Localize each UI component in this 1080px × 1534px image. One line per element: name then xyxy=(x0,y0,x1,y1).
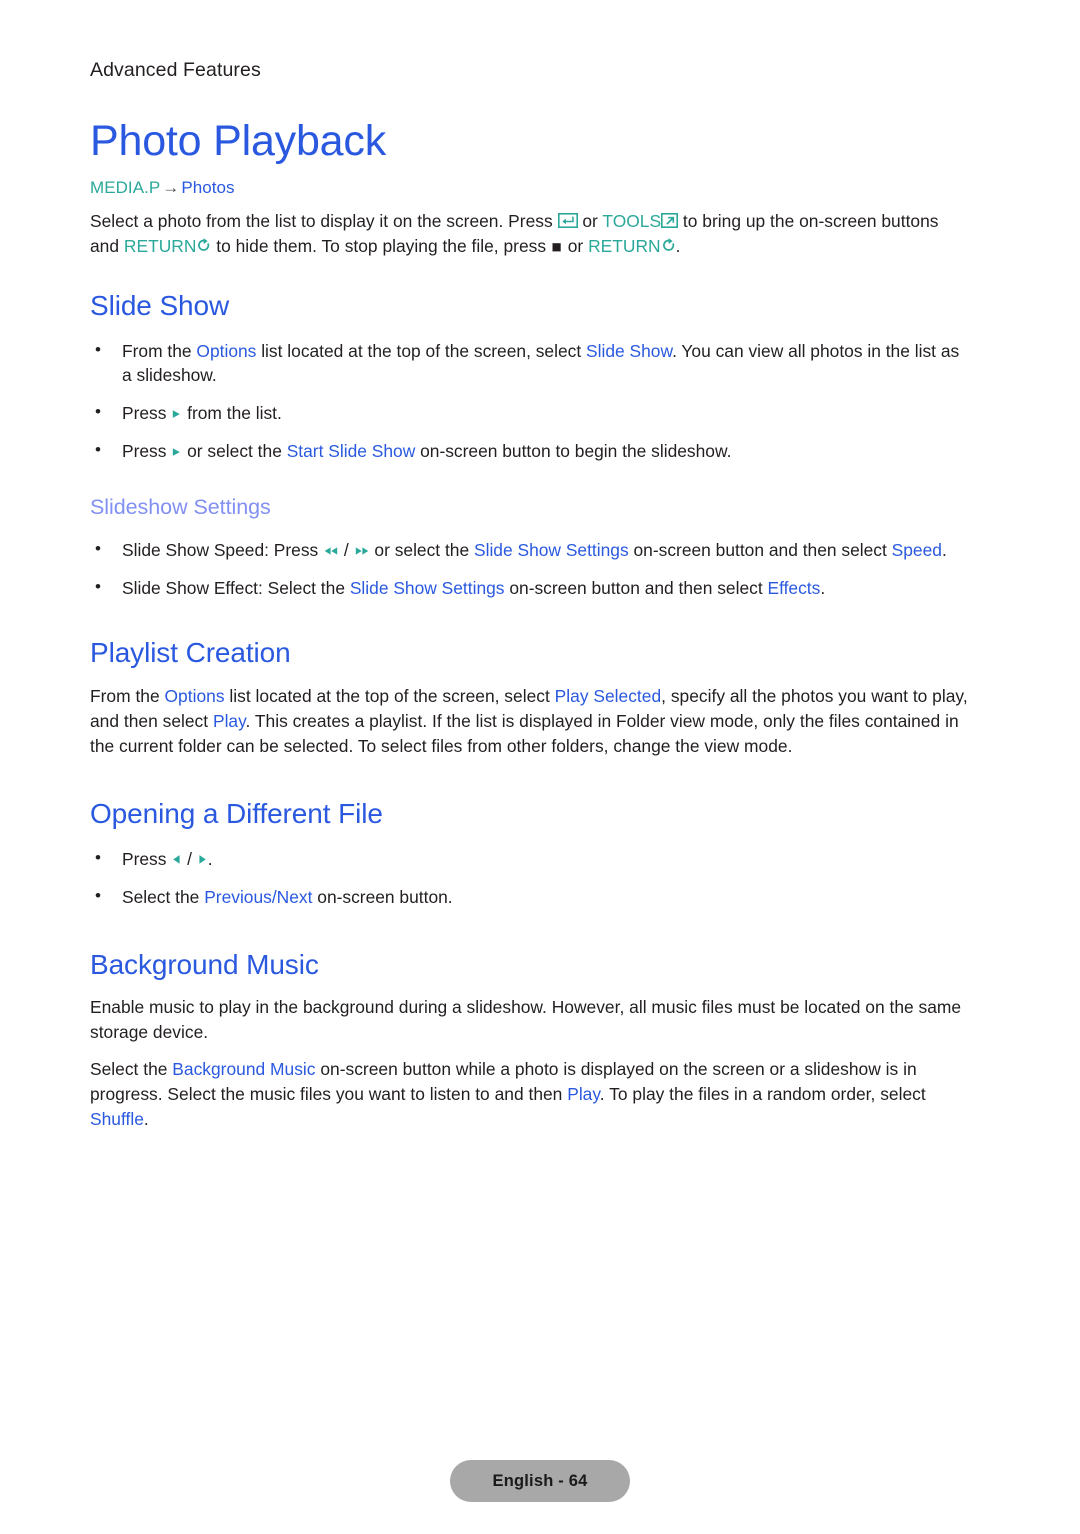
section-heading-background-music: Background Music xyxy=(90,948,319,980)
ui-term-options: Options xyxy=(164,686,225,707)
bullet-text-2: from the list. xyxy=(182,403,282,424)
ui-term-previous-next: Previous/Next xyxy=(204,886,313,907)
intro-text-6: . xyxy=(675,235,681,256)
playlist-creation-body: From the Options list located at the top… xyxy=(90,669,970,759)
page-footer-badge: English - 64 xyxy=(450,1460,630,1502)
ui-term-background-music: Background Music xyxy=(172,1059,316,1080)
manual-page: Advanced Features Photo Playback MEDIA.P… xyxy=(0,0,1080,1534)
bullet-text-2: on-screen button. xyxy=(312,886,453,907)
page-content: Advanced Features Photo Playback MEDIA.P… xyxy=(90,0,970,1132)
tools-key-icon xyxy=(661,212,679,228)
fast-forward-key-icon xyxy=(354,545,370,557)
return-label-2: RETURN xyxy=(588,235,661,256)
ui-term-speed: Speed xyxy=(891,539,942,560)
return-key-icon xyxy=(661,238,676,253)
para-text-1: From the xyxy=(90,686,165,707)
play-key-icon xyxy=(171,446,182,458)
ui-term-slide-show: Slide Show xyxy=(586,340,673,361)
bullet-text-3: . xyxy=(207,848,213,869)
para-text-1: Select the xyxy=(90,1059,173,1080)
list-item: Press or select the Start Slide Show on-… xyxy=(90,438,968,464)
left-arrow-key-icon xyxy=(171,853,182,866)
breadcrumb-leaf: Photos xyxy=(181,177,235,197)
play-key-icon xyxy=(171,408,182,420)
bullet-text-2: / xyxy=(182,848,197,869)
ui-term-shuffle: Shuffle xyxy=(90,1108,144,1129)
breadcrumb: MEDIA.P → Photos xyxy=(90,165,970,198)
bullet-text-5: . xyxy=(941,539,947,560)
para-text-2: list located at the top of the screen, s… xyxy=(224,686,555,707)
ui-term-slide-show-settings: Slide Show Settings xyxy=(473,539,629,560)
ui-term-play-selected: Play Selected xyxy=(554,686,662,707)
ui-term-play: Play xyxy=(567,1084,600,1104)
slideshow-settings-bullet-list: Slide Show Speed: Press / or select the … xyxy=(90,520,970,601)
bullet-text-2: or select the xyxy=(182,441,287,462)
intro-text-4: to hide them. To stop playing the file, … xyxy=(211,235,551,256)
bullet-text-1: Select the xyxy=(122,886,205,907)
return-label-1: RETURN xyxy=(123,235,197,256)
bullet-text-1: Slide Show Effect: Select the xyxy=(122,577,350,598)
bullet-text-1: Slide Show Speed: Press xyxy=(122,539,324,560)
opening-different-file-bullet-list: Press / . Select the Previous/Next on-sc… xyxy=(90,830,970,910)
para-text-4: . xyxy=(143,1108,149,1129)
intro-paragraph: Select a photo from the list to display … xyxy=(90,198,968,259)
list-item: Select the Previous/Next on-screen butto… xyxy=(90,884,968,910)
running-header: Advanced Features xyxy=(90,59,261,81)
paragraph: From the Options list located at the top… xyxy=(90,684,970,759)
breadcrumb-root: MEDIA.P xyxy=(90,177,161,197)
bullet-text-1: Press xyxy=(122,403,172,424)
list-item: Slide Show Effect: Select the Slide Show… xyxy=(90,575,968,601)
return-key-icon xyxy=(196,238,211,253)
ui-term-play: Play xyxy=(212,711,246,732)
page-number-label: English - 64 xyxy=(492,1471,588,1490)
subsection-heading-slideshow-settings: Slideshow Settings xyxy=(90,495,271,520)
intro-text-5: or xyxy=(562,235,589,256)
section-heading-playlist-creation: Playlist Creation xyxy=(90,637,291,669)
bullet-text-2: list located at the top of the screen, s… xyxy=(256,340,587,361)
intro-text-2: or xyxy=(577,210,603,231)
tools-label: TOOLS xyxy=(602,210,662,231)
bullet-text-3: . xyxy=(820,577,826,598)
intro-text-1: Select a photo from the list to display … xyxy=(90,210,558,231)
list-item: From the Options list located at the top… xyxy=(90,338,968,389)
ui-term-effects: Effects xyxy=(767,577,821,598)
paragraph: Enable music to play in the background d… xyxy=(90,997,962,1043)
paragraph: Select the Background Music on-screen bu… xyxy=(90,1045,970,1132)
list-item: Press from the list. xyxy=(90,400,968,426)
ui-term-slide-show-settings: Slide Show Settings xyxy=(349,577,505,598)
breadcrumb-arrow-icon: → xyxy=(162,177,180,197)
list-item: Press / . xyxy=(90,846,968,872)
bullet-text-3: on-screen button to begin the slideshow. xyxy=(415,441,732,462)
ui-term-start-slide-show: Start Slide Show xyxy=(286,441,416,462)
right-arrow-key-icon xyxy=(197,853,208,866)
section-heading-opening-a-different-file: Opening a Different File xyxy=(90,797,383,829)
bullet-text-2: on-screen button and then select xyxy=(504,577,768,598)
bullet-text-2: / xyxy=(339,539,354,560)
stop-key-icon xyxy=(551,241,563,253)
slide-show-bullet-list: From the Options list located at the top… xyxy=(90,322,970,465)
para-text-3: . To play the files in a random order, s… xyxy=(599,1084,926,1104)
bullet-text-1: From the xyxy=(122,340,197,361)
bullet-text-1: Press xyxy=(122,441,172,462)
rewind-key-icon xyxy=(323,545,339,557)
bullet-text-1: Press xyxy=(122,848,172,869)
ui-term-options: Options xyxy=(196,340,257,361)
enter-key-icon xyxy=(557,212,578,228)
list-item: Slide Show Speed: Press / or select the … xyxy=(90,537,968,563)
bullet-text-3: or select the xyxy=(369,539,474,560)
page-title: Photo Playback xyxy=(90,117,386,166)
background-music-body: Enable music to play in the background d… xyxy=(90,980,970,1131)
section-heading-slide-show: Slide Show xyxy=(90,289,230,321)
bullet-text-4: on-screen button and then select xyxy=(628,539,892,560)
